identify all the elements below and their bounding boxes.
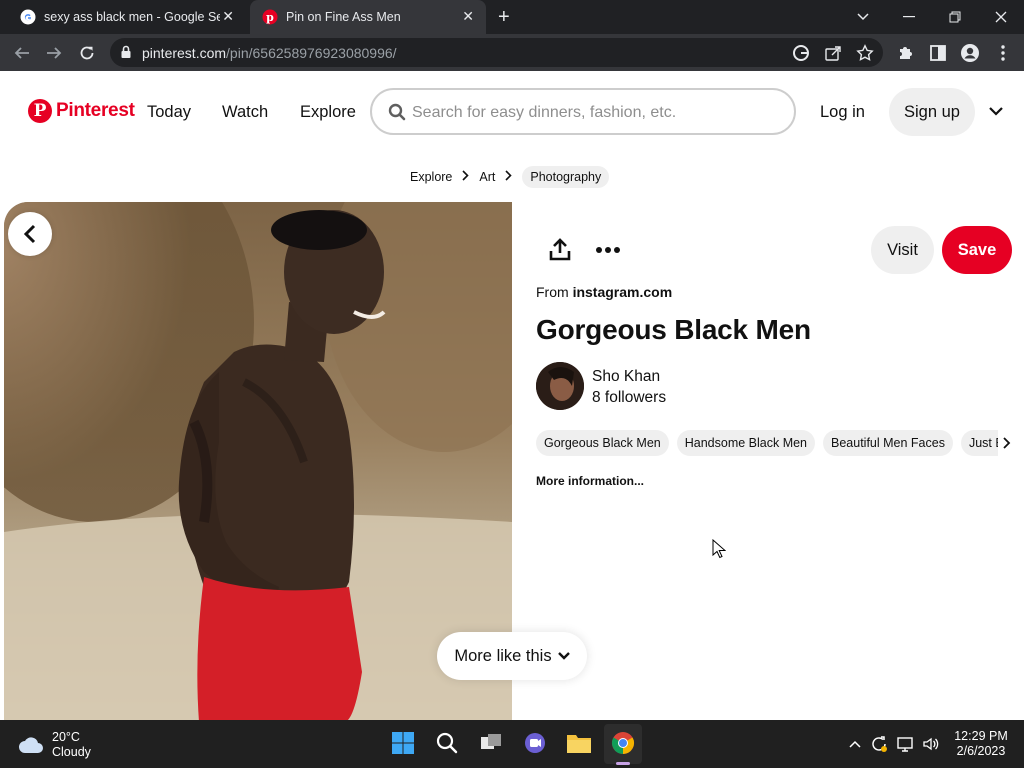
tab-google-search[interactable]: sexy ass black men - Google Sear ✕ — [8, 0, 246, 34]
source-link[interactable]: instagram.com — [573, 284, 673, 300]
chevron-left-icon — [23, 224, 36, 244]
tag-chip[interactable]: Handsome Black Men — [676, 430, 816, 456]
nav-today[interactable]: Today — [147, 103, 191, 122]
weather-widget[interactable]: 20°C Cloudy — [18, 730, 91, 760]
mouse-cursor-icon — [712, 539, 726, 559]
clock-date: 2/6/2023 — [956, 744, 1006, 758]
browser-toolbar: pinterest.com/pin/656258976923080996/ — [0, 34, 1024, 71]
more-information-link[interactable]: More information... — [536, 474, 644, 488]
window-controls — [840, 0, 1024, 34]
svg-text:p: p — [266, 11, 274, 24]
tab-title: sexy ass black men - Google Sear — [44, 10, 220, 24]
breadcrumb: Explore Art Photography — [410, 165, 610, 189]
pinterest-wordmark: Pinterest — [56, 100, 135, 121]
lock-icon — [121, 45, 131, 58]
side-panel-icon[interactable] — [928, 43, 948, 63]
avatar[interactable] — [536, 362, 584, 410]
save-button[interactable]: Save — [942, 226, 1012, 274]
chevron-right-icon[interactable] — [1002, 436, 1012, 450]
task-view-icon[interactable] — [478, 730, 504, 756]
tab-title: Pin on Fine Ass Men — [286, 10, 401, 24]
follower-count: 8 followers — [592, 389, 667, 406]
pinterest-logo[interactable]: P Pinterest — [28, 99, 135, 123]
chrome-menu-kebab-icon[interactable] — [993, 43, 1013, 63]
temperature: 20°C — [52, 730, 80, 744]
pinterest-icon: p — [262, 9, 278, 25]
pin-title: Gorgeous Black Men — [536, 314, 811, 345]
visit-button[interactable]: Visit — [871, 226, 934, 274]
user-name[interactable]: Sho Khan — [592, 368, 660, 386]
sync-icon[interactable] — [870, 735, 888, 753]
tag-chip[interactable]: Beautiful Men Faces — [823, 430, 953, 456]
google-icon — [20, 9, 36, 25]
url-host: pinterest.com — [142, 45, 227, 61]
teams-chat-icon[interactable] — [522, 730, 548, 756]
clock-time: 12:29 PM — [954, 729, 1008, 743]
login-button[interactable]: Log in — [820, 103, 865, 122]
breadcrumb-art[interactable]: Art — [479, 170, 495, 184]
url-text: pinterest.com/pin/656258976923080996/ — [142, 45, 397, 61]
windows-start-icon[interactable] — [390, 730, 416, 756]
tag-list: Gorgeous Black Men Handsome Black Men Be… — [536, 430, 998, 456]
source-prefix: From — [536, 284, 569, 300]
more-options-icon[interactable] — [594, 240, 622, 260]
share-page-icon[interactable] — [824, 44, 842, 62]
active-app-indicator — [616, 762, 630, 765]
forward-arrow-icon[interactable] — [43, 42, 65, 64]
google-lens-icon[interactable] — [792, 44, 810, 62]
chrome-icon[interactable] — [610, 730, 636, 756]
more-like-this-button[interactable]: More like this — [437, 632, 587, 680]
profile-avatar-icon[interactable] — [960, 43, 980, 63]
tab-search-chevron-icon[interactable] — [840, 0, 886, 34]
cloud-icon — [19, 737, 43, 753]
pinterest-logo-icon: P — [28, 99, 52, 123]
browser-tab-strip: sexy ass black men - Google Sear ✕ p Pin… — [0, 0, 1024, 34]
reload-icon[interactable] — [76, 42, 98, 64]
search-input[interactable]: Search for easy dinners, fashion, etc. — [370, 88, 796, 135]
file-explorer-icon[interactable] — [566, 730, 592, 756]
chevron-down-icon — [557, 652, 570, 660]
pin-source: From instagram.com — [536, 284, 672, 300]
search-icon[interactable] — [434, 730, 460, 756]
close-tab-icon[interactable]: ✕ — [222, 8, 234, 25]
extensions-puzzle-icon[interactable] — [896, 43, 916, 63]
url-path: /pin/656258976923080996/ — [226, 45, 397, 61]
share-icon[interactable] — [547, 237, 573, 263]
signup-button[interactable]: Sign up — [889, 88, 975, 136]
network-icon[interactable] — [897, 735, 915, 753]
pinterest-header: P Pinterest Today Watch Explore Search f… — [0, 71, 1024, 153]
tag-chip[interactable]: Just Beautiful Men — [960, 430, 998, 456]
breadcrumb-explore[interactable]: Explore — [410, 170, 452, 184]
address-bar[interactable]: pinterest.com/pin/656258976923080996/ — [110, 38, 883, 67]
chevron-down-icon[interactable] — [988, 103, 1004, 119]
nav-watch[interactable]: Watch — [222, 103, 268, 122]
chevron-right-icon — [462, 170, 470, 184]
weather-condition: Cloudy — [52, 745, 91, 759]
tab-pinterest-pin[interactable]: p Pin on Fine Ass Men ✕ — [250, 0, 486, 34]
minimize-icon[interactable] — [886, 0, 932, 34]
back-button[interactable] — [8, 212, 52, 256]
tag-chip[interactable]: Gorgeous Black Men — [536, 430, 669, 456]
nav-explore[interactable]: Explore — [300, 103, 356, 122]
new-tab-plus-icon[interactable]: + — [498, 6, 510, 29]
search-icon — [388, 103, 406, 121]
bookmark-star-icon[interactable] — [856, 44, 874, 62]
windows-taskbar: 20°C Cloudy 12:29 PM 2/6/2023 — [0, 720, 1024, 768]
close-window-icon[interactable] — [978, 0, 1024, 34]
volume-icon[interactable] — [922, 735, 940, 753]
close-tab-icon[interactable]: ✕ — [462, 8, 474, 25]
pin-photo — [4, 202, 512, 722]
system-clock[interactable]: 12:29 PM 2/6/2023 — [944, 729, 1018, 759]
pin-image[interactable] — [4, 202, 512, 722]
search-placeholder: Search for easy dinners, fashion, etc. — [412, 104, 677, 121]
restore-icon[interactable] — [932, 0, 978, 34]
more-like-this-label: More like this — [454, 646, 552, 665]
breadcrumb-photography[interactable]: Photography — [522, 166, 610, 188]
chevron-right-icon — [505, 170, 513, 184]
back-arrow-icon[interactable] — [11, 42, 33, 64]
chevron-up-icon[interactable] — [846, 735, 864, 753]
